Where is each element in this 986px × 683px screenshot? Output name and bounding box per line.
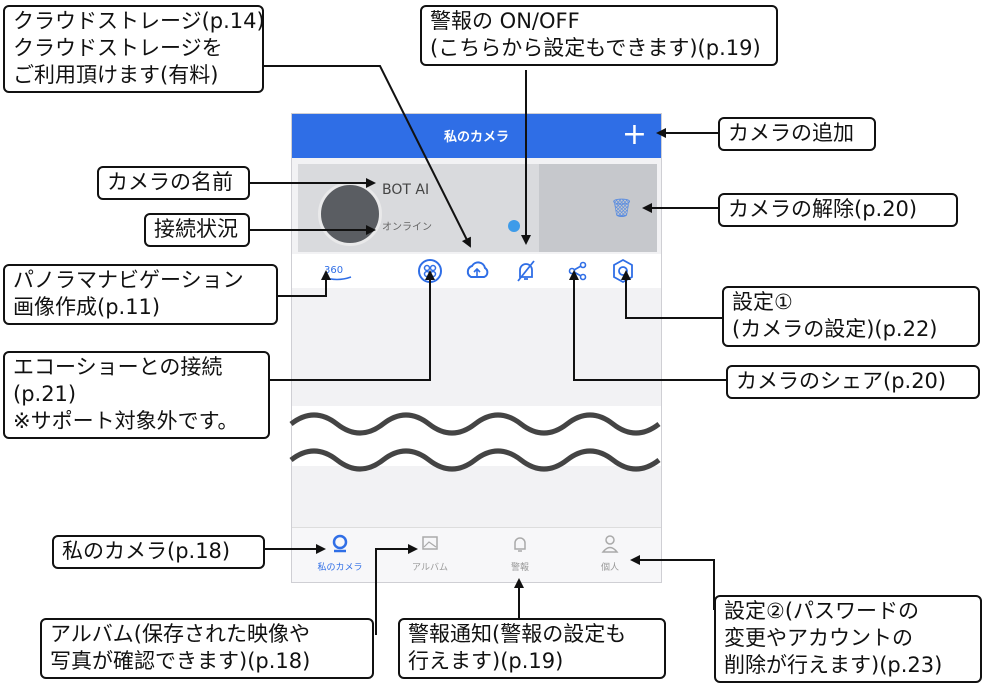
- callout-camera-name: カメラの名前: [97, 166, 250, 200]
- callout-settings2: 設定②(パスワードの 変更やアカウントの 削除が行えます)(p.23): [714, 595, 982, 683]
- callout-text: 変更やアカウントの: [724, 626, 913, 650]
- callout-text: 行えます)(p.19): [408, 649, 564, 673]
- callout-alarm-onoff: 警報の ON/OFF (こちらから設定もできます)(p.19): [420, 5, 778, 66]
- callout-text: クラウドストレージ(p.14): [13, 9, 265, 33]
- callout-text: (カメラの設定)(p.22): [732, 317, 938, 341]
- callout-echo-show: エコーショーとの接続 (p.21) ※サポート対象外です。: [3, 351, 270, 439]
- callout-text: カメラの追加: [728, 121, 854, 145]
- callout-my-camera: 私のカメラ(p.18): [52, 535, 265, 569]
- callout-cloud-storage: クラウドストレージ(p.14) クラウドストレージを ご利用頂けます(有料): [3, 5, 265, 93]
- callout-text: パノラマナビゲーション: [13, 268, 244, 292]
- callout-remove-camera: カメラの解除(p.20): [718, 193, 958, 227]
- callout-text: 設定②(パスワードの: [724, 599, 920, 623]
- callout-text: 画像作成(p.11): [13, 295, 161, 319]
- callout-text: アルバム(保存された映像や: [50, 622, 310, 646]
- callout-share: カメラのシェア(p.20): [726, 365, 980, 399]
- callout-text: 写真が確認できます)(p.18): [50, 649, 311, 673]
- callout-alarm-notice: 警報通知(警報の設定も 行えます)(p.19): [398, 618, 666, 679]
- callout-text: 設定①: [732, 290, 793, 314]
- callout-panorama: パノラマナビゲーション 画像作成(p.11): [3, 264, 278, 325]
- callout-settings1: 設定① (カメラの設定)(p.22): [722, 286, 980, 347]
- callout-text: 削除が行えます)(p.23): [724, 653, 943, 677]
- callout-text: クラウドストレージを: [13, 36, 223, 60]
- callout-connection-status: 接続状況: [144, 213, 250, 247]
- callout-text: ご利用頂けます(有料): [13, 63, 219, 87]
- callout-text: 警報通知(警報の設定も: [408, 622, 627, 646]
- callout-add-camera: カメラの追加: [718, 117, 876, 151]
- callout-text: 警報の ON/OFF: [430, 9, 580, 33]
- callout-text: 私のカメラ(p.18): [62, 539, 231, 563]
- callout-text: カメラのシェア(p.20): [736, 369, 947, 393]
- callout-text: エコーショーとの接続: [13, 355, 223, 379]
- callout-text: ※サポート対象外です。: [13, 409, 239, 433]
- callout-album: アルバム(保存された映像や 写真が確認できます)(p.18): [40, 618, 374, 679]
- callout-text: (こちらから設定もできます)(p.19): [430, 36, 761, 60]
- callout-text: カメラの名前: [107, 170, 233, 194]
- callout-text: (p.21): [13, 382, 77, 406]
- callout-text: 接続状況: [154, 217, 238, 241]
- callout-text: カメラの解除(p.20): [728, 197, 918, 221]
